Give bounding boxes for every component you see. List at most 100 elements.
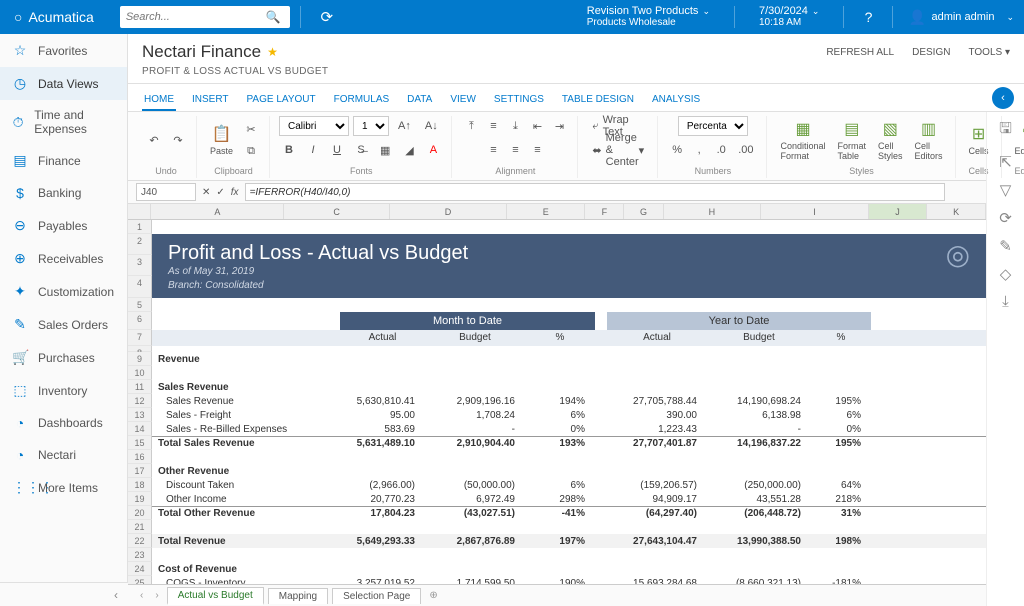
sidebar-item-favorites[interactable]: ☆Favorites [0, 34, 127, 67]
sidebar-item-finance[interactable]: ▤Finance [0, 144, 127, 177]
indent-inc-icon[interactable]: ⇥ [549, 116, 569, 136]
row-number[interactable]: 21 [128, 520, 152, 534]
align-right-icon[interactable]: ≡ [527, 140, 547, 160]
sidebar-item-time-and-expenses[interactable]: ⏱Time and Expenses [0, 100, 127, 144]
row-number[interactable]: 17 [128, 464, 152, 478]
fill-color-icon[interactable]: ◢ [399, 140, 419, 160]
align-mid-icon[interactable]: ≡ [483, 116, 503, 136]
align-bot-icon[interactable]: ⤓ [505, 116, 525, 136]
design-button[interactable]: DESIGN [912, 47, 950, 58]
number-format-select[interactable]: Percentage [678, 116, 748, 136]
tab-selection-page[interactable]: Selection Page [332, 588, 421, 604]
ribbon-tab-view[interactable]: VIEW [448, 90, 478, 111]
row-number[interactable]: 12 [128, 394, 152, 408]
row-number[interactable]: 24 [128, 562, 152, 576]
eraser-icon[interactable]: ◇ [1000, 265, 1012, 283]
format-table-button[interactable]: ▤Format Table [834, 116, 871, 164]
tab-next-icon[interactable]: › [151, 590, 162, 601]
data-row[interactable]: Total Revenue5,649,293.332,867,876.89197… [152, 534, 986, 548]
collapse-nav-icon[interactable]: ‹ [0, 582, 128, 606]
chevron-down-icon[interactable]: ⌄ [1006, 12, 1024, 23]
row-number[interactable]: 10 [128, 366, 152, 380]
user-name[interactable]: admin admin [931, 11, 1002, 23]
row-number[interactable]: 16 [128, 450, 152, 464]
search-input[interactable] [126, 11, 266, 23]
bold-icon[interactable]: B [279, 140, 299, 160]
row-number[interactable]: 18 [128, 478, 152, 492]
font-size-select[interactable]: 10 [353, 116, 389, 136]
accept-icon[interactable]: ✓ [216, 187, 224, 198]
search-box[interactable]: 🔍 [120, 6, 290, 28]
sidebar-item-more-items[interactable]: ⋮⋮⋮More Items [0, 471, 127, 504]
dec-inc-icon[interactable]: .0 [711, 140, 731, 160]
copy-icon[interactable]: ⧉ [241, 141, 261, 161]
sidebar-item-sales-orders[interactable]: ✎Sales Orders [0, 308, 127, 341]
company-selector[interactable]: Revision Two Products⌄ Products Wholesal… [573, 5, 724, 29]
sidebar-item-payables[interactable]: ⊖Payables [0, 209, 127, 242]
formula-input[interactable]: =IFERROR(H40/I40,0) [245, 183, 945, 201]
underline-icon[interactable]: U [327, 140, 347, 160]
ribbon-tab-home[interactable]: HOME [142, 90, 176, 111]
row-number[interactable]: 6 [128, 312, 152, 330]
data-row[interactable]: Total Sales Revenue5,631,489.102,910,904… [152, 436, 986, 450]
align-center-icon[interactable]: ≡ [505, 140, 525, 160]
sidebar-item-purchases[interactable]: 🛒Purchases [0, 341, 127, 374]
row-number[interactable]: 15 [128, 436, 152, 450]
cell-styles-button[interactable]: ▧Cell Styles [874, 116, 907, 164]
border-icon[interactable]: ▦ [375, 140, 395, 160]
row-number[interactable]: 20 [128, 506, 152, 520]
refresh-icon[interactable]: ⟳ [999, 209, 1012, 227]
filter-icon[interactable]: ▽ [1000, 181, 1012, 199]
font-color-icon[interactable]: A [423, 140, 443, 160]
font-grow-icon[interactable]: A↑ [393, 116, 416, 136]
tab-prev-icon[interactable]: ‹ [136, 590, 147, 601]
sidebar-item-data-views[interactable]: ◷Data Views [0, 67, 127, 100]
save-icon[interactable]: 🖫 [999, 118, 1012, 143]
row-number[interactable]: 19 [128, 492, 152, 506]
row-number[interactable]: 7 [128, 330, 152, 346]
brand-logo[interactable]: Acumatica [0, 9, 108, 25]
row-number[interactable]: 9 [128, 352, 152, 366]
row-number[interactable]: 3 [128, 255, 152, 276]
refresh-all-button[interactable]: REFRESH ALL [826, 47, 894, 58]
row-number[interactable]: 25 [128, 576, 152, 584]
dec-dec-icon[interactable]: .00 [733, 140, 758, 160]
row-number[interactable]: 14 [128, 422, 152, 436]
side-panel-icon[interactable]: ‹ [992, 87, 1014, 109]
percent-icon[interactable]: % [667, 140, 687, 160]
cell-editors-button[interactable]: ▥Cell Editors [911, 116, 947, 164]
ribbon-tab-page-layout[interactable]: PAGE LAYOUT [245, 90, 318, 111]
ribbon-tab-table-design[interactable]: TABLE DESIGN [560, 90, 636, 111]
tab-actual-vs-budget[interactable]: Actual vs Budget [167, 587, 264, 605]
data-row[interactable]: Sales - Re-Billed Expenses583.69-0%1,223… [152, 422, 986, 436]
data-row[interactable]: COGS - Inventory3,257,019.521,714,599.50… [152, 576, 986, 584]
sidebar-item-receivables[interactable]: ⊕Receivables [0, 242, 127, 275]
ribbon-tab-data[interactable]: DATA [405, 90, 434, 111]
row-number[interactable]: 22 [128, 534, 152, 548]
row-number[interactable]: 5 [128, 298, 152, 312]
sheet-rows[interactable]: ◎ Profit and Loss - Actual vs Budget As … [152, 220, 986, 584]
tab-add-icon[interactable]: ⊕ [425, 590, 441, 601]
refresh-icon[interactable]: ⟳ [311, 8, 343, 26]
ribbon-tab-analysis[interactable]: ANALYSIS [650, 90, 702, 111]
ribbon-tab-insert[interactable]: INSERT [190, 90, 231, 111]
tab-mapping[interactable]: Mapping [268, 588, 328, 604]
ribbon-tab-formulas[interactable]: FORMULAS [332, 90, 392, 111]
row-number[interactable]: 2 [128, 234, 152, 255]
favorite-star-icon[interactable]: ★ [267, 45, 278, 59]
share-icon[interactable]: ⇱ [999, 153, 1012, 171]
redo-icon[interactable]: ↷ [168, 130, 188, 150]
ribbon-tab-settings[interactable]: SETTINGS [492, 90, 546, 111]
download-icon[interactable]: ⤓ [1002, 293, 1009, 310]
conditional-format-button[interactable]: ▦Conditional Format [776, 116, 829, 164]
sidebar-item-nectari[interactable]: ◔Nectari [0, 439, 127, 471]
italic-icon[interactable]: I [303, 140, 323, 160]
sidebar-item-dashboards[interactable]: ◔Dashboards [0, 407, 127, 439]
paste-button[interactable]: 📋Paste [206, 116, 237, 164]
data-row[interactable]: Sales - Freight95.001,708.246%390.006,13… [152, 408, 986, 422]
spreadsheet[interactable]: A C D E F G H I J K 12345678910111213141… [128, 204, 986, 584]
align-left-icon[interactable]: ≡ [483, 140, 503, 160]
font-name-select[interactable]: Calibri [279, 116, 349, 136]
strike-icon[interactable]: S̶ [351, 140, 371, 160]
row-number[interactable]: 4 [128, 276, 152, 298]
